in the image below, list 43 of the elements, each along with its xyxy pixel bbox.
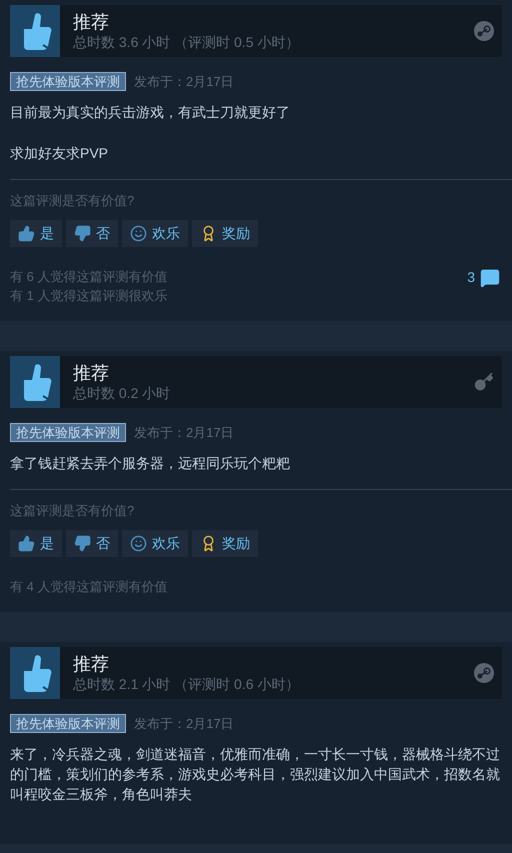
- vote-button[interactable]: 奖励: [192, 220, 258, 247]
- thumbs-down-icon: [74, 535, 91, 552]
- review-verdict: 推荐: [73, 362, 110, 384]
- steam-logo-icon: [474, 663, 494, 683]
- thumbs-up-icon: [18, 535, 35, 552]
- post-date: 发布于：2月17日: [134, 424, 234, 442]
- review-text: 求加好友求PVP: [10, 144, 110, 162]
- playtime-text: 总时数 0.2 小时: [73, 384, 172, 402]
- review-text: 拿了钱赶紧去弄个服务器，远程同乐玩个粑粑: [10, 454, 291, 472]
- vote-button[interactable]: 是: [10, 220, 62, 247]
- early-access-tag: 抢先体验版本评测: [10, 423, 126, 442]
- early-access-tag: 抢先体验版本评测: [10, 714, 126, 734]
- review-text: 来了，冷兵器之魂，剑道迷福音，优雅而准确，一寸长一寸钱，器械格斗绕不过的门槛，策划们的参考系，游戏史必考科目，强烈建议加入中国武术，招数名就叫程咬金三板斧，角色叫莽夫: [10, 744, 501, 804]
- vote-button[interactable]: 否: [66, 530, 118, 557]
- vote-stat: 有 1 人觉得这篇评测很欢乐: [10, 287, 168, 305]
- key-icon: [474, 372, 494, 392]
- smiley-icon: [130, 535, 147, 552]
- smiley-icon: [130, 225, 147, 242]
- comment-icon: [480, 268, 500, 288]
- thumbs-up-icon: [10, 356, 60, 408]
- vote-button[interactable]: 欢乐: [122, 220, 188, 247]
- vote-stat: 有 4 人觉得这篇评测有价值: [10, 578, 168, 596]
- helpful-question: 这篇评测是否有价值?: [10, 192, 136, 210]
- vote-button[interactable]: 否: [66, 220, 118, 247]
- vote-button[interactable]: 欢乐: [122, 530, 188, 557]
- steam-logo-icon: [474, 21, 494, 41]
- review-text: 目前最为真实的兵击游戏，有武士刀就更好了: [10, 102, 291, 122]
- review-verdict: 推荐: [73, 10, 110, 32]
- vote-button[interactable]: 奖励: [192, 530, 258, 557]
- playtime-text: 总时数 2.1 小时 （评测时 0.6 小时）: [73, 674, 300, 694]
- post-date: 发布于：2月17日: [134, 715, 234, 733]
- playtime-text: 总时数 3.6 小时 （评测时 0.5 小时）: [73, 32, 300, 52]
- review-verdict: 推荐: [73, 652, 110, 674]
- thumbs-up-icon: [10, 647, 60, 699]
- early-access-tag: 抢先体验版本评测: [10, 72, 126, 92]
- thumbs-up-icon: [18, 225, 35, 242]
- vote-stat: 有 6 人觉得这篇评测有价值: [10, 268, 168, 286]
- thumbs-up-icon: [10, 5, 60, 57]
- thumbs-down-icon: [74, 225, 91, 242]
- helpful-question: 这篇评测是否有价值?: [10, 502, 136, 520]
- comment-count-link[interactable]: 3: [467, 267, 500, 288]
- vote-button[interactable]: 是: [10, 530, 62, 557]
- post-date: 发布于：2月17日: [134, 73, 234, 91]
